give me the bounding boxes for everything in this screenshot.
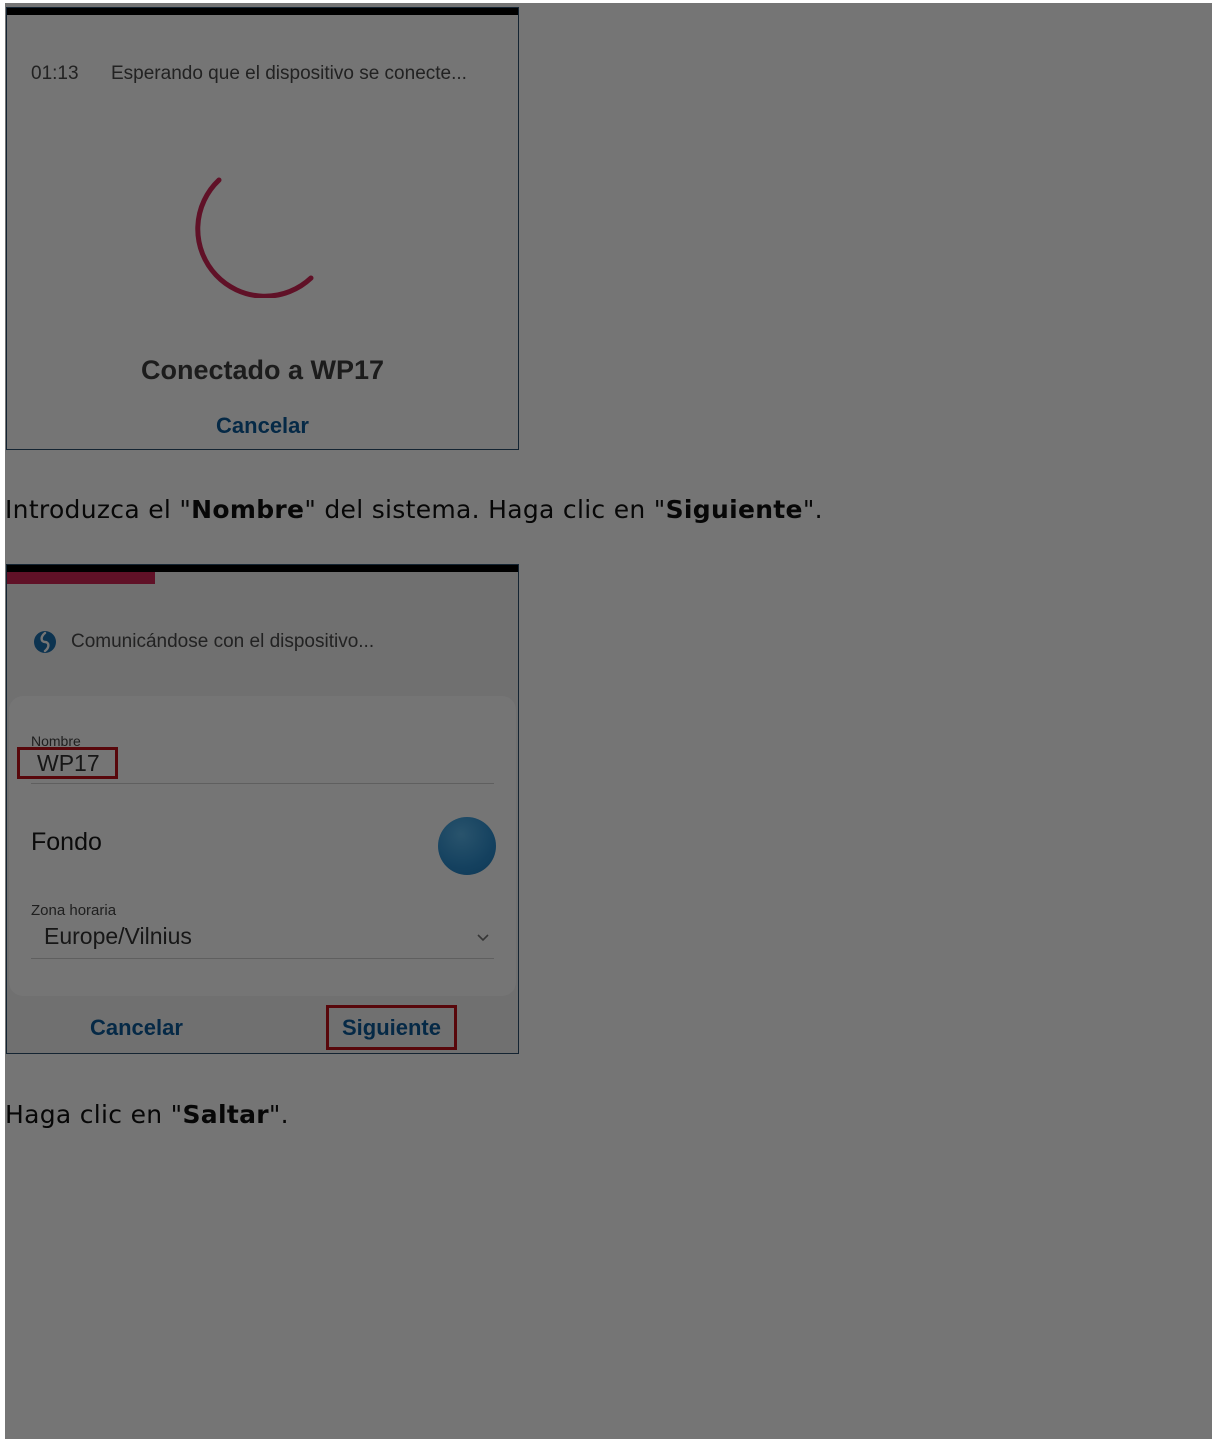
- instruction-text: Haga clic en ": [5, 1100, 183, 1129]
- background-color-swatch[interactable]: [438, 817, 496, 875]
- timezone-select[interactable]: Europe/Vilnius: [44, 923, 192, 950]
- waiting-status-text: Esperando que el dispositivo se conecte.…: [111, 63, 467, 84]
- name-input[interactable]: [37, 750, 227, 777]
- instruction-bold-saltar: Saltar: [182, 1100, 269, 1129]
- system-name-screenshot: Comunicándose con el dispositivo... Nomb…: [6, 564, 519, 1054]
- chevron-down-icon[interactable]: [476, 930, 490, 944]
- loading-spinner-icon: [195, 177, 314, 298]
- name-field-underline: [31, 783, 494, 784]
- instruction-text: ".: [802, 495, 823, 524]
- setup-progress-bar: [7, 572, 156, 584]
- status-bar: [7, 565, 518, 572]
- communicating-text: Comunicándose con el dispositivo...: [71, 631, 375, 652]
- connected-heading: Conectado a WP17: [140, 355, 385, 385]
- instruction-bold-siguiente: Siguiente: [665, 495, 803, 524]
- next-button[interactable]: Siguiente: [326, 1005, 457, 1050]
- instruction-text: " del sistema. Haga clic en ": [304, 495, 666, 524]
- instruction-text: Introduzca el ": [5, 495, 192, 524]
- connecting-screenshot: 01:13 Esperando que el dispositivo se co…: [6, 7, 519, 450]
- instruction-skip: Haga clic en "Saltar".: [5, 1100, 289, 1129]
- sync-icon: [34, 631, 56, 653]
- timezone-underline: [31, 958, 494, 959]
- cancel-button[interactable]: Cancelar: [7, 413, 518, 439]
- cancel-button[interactable]: Cancelar: [90, 1015, 183, 1041]
- settings-card: Nombre Fondo Zona horaria Europe/Vilnius: [9, 696, 516, 996]
- countdown-timer: 01:13: [31, 63, 79, 84]
- document-page: 01:13 Esperando que el dispositivo se co…: [5, 3, 1212, 1439]
- instruction-enter-name: Introduzca el "Nombre" del sistema. Haga…: [5, 495, 823, 524]
- instruction-bold-nombre: Nombre: [191, 495, 305, 524]
- background-label: Fondo: [31, 828, 102, 856]
- status-bar: [7, 8, 518, 15]
- timezone-label: Zona horaria: [31, 902, 117, 919]
- communicating-status: Comunicándose con el dispositivo...: [33, 630, 374, 654]
- instruction-text: ".: [268, 1100, 289, 1129]
